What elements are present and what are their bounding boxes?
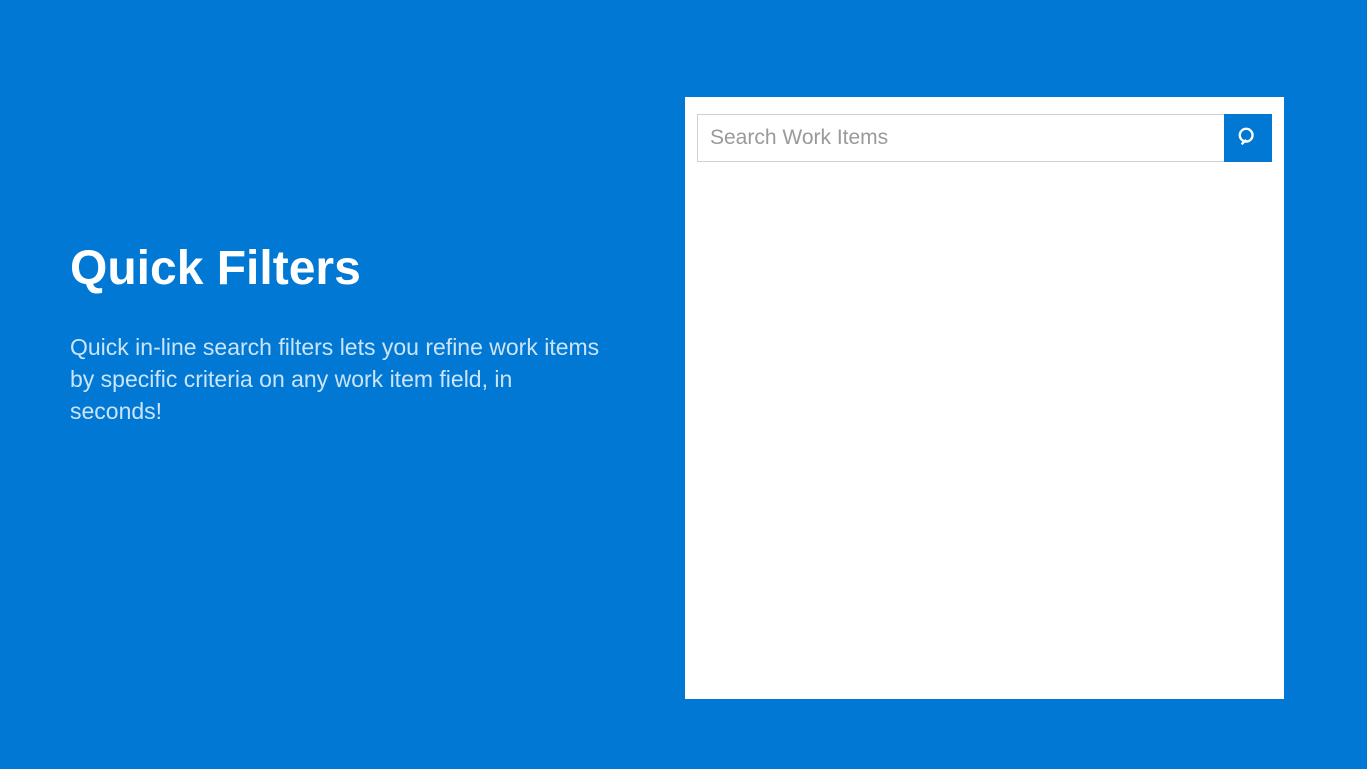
search-input-wrapper [697, 114, 1224, 162]
search-icon [1237, 126, 1259, 151]
search-button[interactable] [1224, 114, 1272, 162]
search-container [697, 114, 1272, 162]
page-description: Quick in-line search filters lets you re… [70, 331, 610, 428]
search-input[interactable] [697, 114, 1224, 162]
left-content: Quick Filters Quick in-line search filte… [70, 243, 610, 427]
search-panel [685, 97, 1284, 699]
page-heading: Quick Filters [70, 243, 610, 296]
